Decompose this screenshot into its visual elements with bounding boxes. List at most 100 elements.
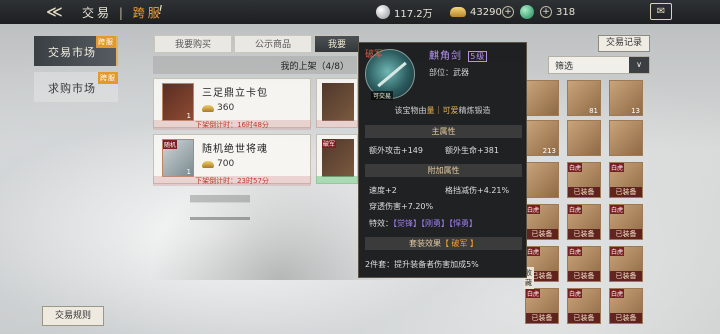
extra-attr-value: 速度+2	[369, 186, 397, 195]
equipped-label: 已装备	[568, 187, 600, 197]
sidebar-item-trade-market[interactable]: 交易市场 跨服	[34, 36, 118, 66]
trade-rules-button[interactable]: 交易规则	[42, 306, 104, 326]
inventory-slot[interactable]: 白虎 已装备	[567, 162, 601, 198]
skill-name: 【刚勇】	[421, 219, 449, 228]
gold-resource: 43290	[450, 4, 502, 20]
item-tag: 破军	[322, 139, 337, 148]
chevron-down-icon: ∨	[629, 57, 649, 73]
info-icon[interactable]: !	[158, 3, 174, 19]
set-name: 【 破军 】	[440, 239, 479, 248]
inventory-slot[interactable]: 白虎 已装备	[609, 162, 643, 198]
inventory-slot[interactable]: 白虎 已装备	[609, 288, 643, 324]
my-listings-header: 我的上架（4/8）	[153, 56, 357, 74]
item-count: 13	[631, 107, 640, 115]
inventory-slot[interactable]: 13	[609, 80, 643, 116]
gold-ingot-icon	[450, 7, 466, 17]
item-tag: 白虎	[610, 163, 625, 172]
item-tag: 白虎	[610, 247, 625, 256]
item-tooltip: 破军 可交易 麒角剑 5级 部位：武器 该宝物由量｜可爱精炼锻造 主属性 额外攻…	[358, 42, 527, 278]
forger-name: 量｜可爱	[426, 106, 459, 115]
delist-timer: 下架倒计时：16时48分	[153, 120, 311, 130]
item-quantity: 1	[186, 168, 191, 176]
extra-attr-value: 穿透伤害+7.20%	[369, 202, 434, 211]
forge-suffix: 精炼锻造	[458, 106, 491, 115]
sword-icon	[377, 61, 407, 88]
gold-amount: 43290	[470, 6, 502, 18]
main-attr-value: 额外生命+381	[445, 146, 499, 155]
sidebar-item-purchase-market[interactable]: 求购市场 跨服	[34, 72, 118, 102]
filter-dropdown[interactable]: 筛选 ∨	[548, 56, 650, 74]
inventory-slot[interactable]: 白虎 已装备	[567, 288, 601, 324]
page-title: 交易 | 跨服	[82, 4, 163, 21]
forge-info: 该宝物由量｜可爱精炼锻造	[359, 105, 526, 116]
add-jade-icon[interactable]: +	[540, 6, 552, 18]
inventory-slot[interactable]: 白虎 已装备	[567, 204, 601, 240]
jade-amount: 318	[556, 6, 576, 18]
jade-resource: + 318	[520, 4, 575, 20]
top-bar: ≪ 交易 | 跨服 ! 117.2万 43290 + + 318 ✉	[0, 0, 720, 24]
sidebar-item-label: 求购市场	[48, 82, 96, 95]
inventory-slot[interactable]: 白虎 已装备	[609, 204, 643, 240]
equipped-label: 已装备	[526, 313, 558, 323]
inventory-slot[interactable]: 213	[525, 120, 559, 156]
skill-name: 【悍勇】	[449, 219, 477, 228]
equipped-label: 已装备	[568, 229, 600, 239]
item-grade: 5级	[468, 51, 488, 62]
item-icon	[322, 83, 354, 121]
extra-attr-header: 附加属性	[365, 164, 522, 177]
set-tag: 破军	[365, 50, 384, 60]
cross-server-badge: 跨服	[96, 36, 116, 48]
item-count: 81	[589, 107, 598, 115]
equipped-label: 已装备	[568, 271, 600, 281]
equipped-label: 已装备	[610, 229, 642, 239]
background-pavilion	[190, 180, 250, 220]
inventory-slot[interactable]	[525, 162, 559, 198]
back-arrow-icon[interactable]: ≪	[46, 2, 63, 21]
card-pack-icon: 1	[162, 83, 194, 121]
listing-price: 360	[202, 103, 234, 113]
extra-attr-value: 格挡减伤+4.21%	[445, 186, 510, 195]
inventory-slot[interactable]: 白虎 已装备	[567, 246, 601, 282]
skills-row: 特效：【觉锋】【刚勇】【悍勇】	[369, 218, 477, 229]
item-count: 213	[542, 147, 556, 155]
inventory-slot[interactable]	[609, 120, 643, 156]
gold-ingot-icon	[202, 104, 214, 112]
tab-public-goods[interactable]: 公示商品	[234, 35, 312, 53]
price-value: 700	[217, 159, 235, 169]
delist-timer-bar	[316, 120, 358, 128]
item-quantity: 1	[186, 112, 191, 120]
inventory-slot[interactable]	[525, 80, 559, 116]
title-text: 交易	[82, 6, 113, 20]
main-attr-header: 主属性	[365, 125, 522, 138]
equipped-label: 已装备	[610, 187, 642, 197]
inventory-slot[interactable]: 81	[567, 80, 601, 116]
silver-amount: 117.2万	[394, 8, 433, 20]
listing-name: 随机绝世将魂	[202, 144, 268, 155]
item-name-text: 麒角剑	[429, 51, 462, 62]
item-tag: 白虎	[526, 289, 541, 298]
tab-sell[interactable]: 我要	[314, 35, 360, 53]
status-bar	[316, 176, 358, 184]
jade-icon	[520, 5, 534, 19]
inventory-slot[interactable]: 白虎 已装备	[525, 288, 559, 324]
item-tag: 白虎	[568, 163, 583, 172]
item-tag: 白虎	[568, 247, 583, 256]
general-soul-icon: 随机 1	[162, 139, 194, 177]
trade-records-button[interactable]: 交易记录	[598, 35, 650, 52]
add-gold-control[interactable]: +	[502, 4, 518, 20]
tab-buy[interactable]: 我要购买	[154, 35, 232, 53]
inventory-slot[interactable]: 白虎 已装备	[609, 246, 643, 282]
sidebar: 交易市场 跨服 求购市场 跨服	[0, 24, 118, 334]
inventory-slot[interactable]	[567, 120, 601, 156]
silver-resource: 117.2万	[376, 4, 433, 20]
mail-icon[interactable]: ✉	[650, 3, 672, 20]
equipped-label: 已装备	[610, 271, 642, 281]
add-gold-icon[interactable]: +	[502, 6, 514, 18]
skills-label: 特效：	[369, 219, 393, 228]
item-tag: 白虎	[568, 205, 583, 214]
forge-prefix: 该宝物由	[394, 106, 427, 115]
inventory-slot[interactable]: 白虎 已装备	[525, 204, 559, 240]
price-value: 360	[217, 103, 235, 113]
item-tag: 随机	[163, 140, 178, 149]
sidebar-item-label: 交易市场	[48, 46, 96, 59]
